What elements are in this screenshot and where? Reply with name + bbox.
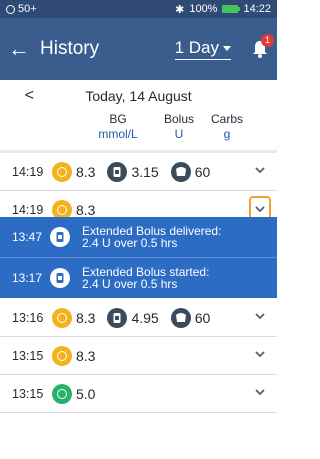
- bg-value: 8.3: [76, 201, 96, 218]
- clock: 14:22: [243, 3, 271, 15]
- bolus-value: 3.15: [131, 163, 159, 180]
- bolus-value: 4.95: [131, 309, 159, 326]
- bg-value: 8.3: [76, 347, 96, 364]
- bolus-icon: [50, 268, 70, 288]
- bolus-icon: [107, 307, 128, 328]
- row-time: 13:15: [12, 348, 44, 363]
- event-time: 13:47: [12, 230, 43, 244]
- column-label: Carbs: [210, 112, 243, 126]
- column-label: BG: [109, 112, 127, 126]
- column-header-bg: BG mmol/L: [88, 112, 148, 142]
- chevron-down-icon[interactable]: [253, 309, 267, 323]
- history-row[interactable]: 13:16 8.3 4.95 60: [0, 299, 277, 337]
- extended-bolus-event: 13:17 Extended Bolus started: 2.4 U over…: [0, 258, 277, 298]
- chevron-down-icon[interactable]: [253, 347, 267, 361]
- notification-badge: 1: [261, 34, 274, 47]
- app-header: ← History 1 Day 1: [0, 18, 277, 80]
- history-row[interactable]: 14:19 8.3 3.15 60: [0, 153, 277, 191]
- bolus-icon: [50, 227, 70, 247]
- carbs-value: 60: [194, 163, 211, 180]
- bg-reading-icon: [52, 383, 72, 404]
- extended-bolus-event: 13:47 Extended Bolus delivered: 2.4 U ov…: [0, 217, 277, 257]
- bluetooth-icon: ✱: [175, 3, 185, 16]
- carbs-icon: [170, 161, 191, 182]
- history-row[interactable]: 13:15 5.0: [0, 375, 277, 413]
- chevron-left-icon[interactable]: <: [0, 87, 44, 105]
- date-label: Today, 14 August: [85, 88, 192, 104]
- row-time: 13:16: [12, 310, 44, 325]
- history-row[interactable]: 13:15 8.3: [0, 337, 277, 375]
- carbs-icon: [170, 307, 191, 328]
- bg-reading-icon: [52, 345, 72, 366]
- chevron-down-icon[interactable]: [253, 385, 267, 399]
- sensor-icon: [6, 4, 15, 14]
- chevron-down-icon: [255, 206, 265, 213]
- battery-icon: [222, 5, 241, 13]
- event-line2: 2.4 U over 0.5 hrs: [82, 277, 178, 291]
- bolus-icon: [107, 161, 128, 182]
- row-time: 14:19: [12, 202, 44, 217]
- bg-value: 5.0: [76, 385, 96, 402]
- bg-value: 8.3: [76, 309, 96, 326]
- date-navigator: < Today, 14 August: [0, 80, 277, 112]
- column-unit: mmol/L: [98, 127, 138, 141]
- column-header-carbs: Carbs g: [197, 112, 257, 142]
- bg-value: 8.3: [76, 163, 96, 180]
- column-unit: g: [223, 127, 231, 141]
- status-left-text: 50+: [18, 3, 37, 15]
- notifications-button[interactable]: 1: [251, 34, 274, 59]
- bg-reading-icon: [52, 307, 72, 328]
- page-title: History: [40, 38, 100, 59]
- carbs-value: 60: [194, 309, 211, 326]
- range-value: 1 Day: [174, 38, 219, 57]
- back-arrow-icon[interactable]: ←: [8, 38, 30, 60]
- bg-reading-icon: [52, 161, 72, 182]
- event-line2: 2.4 U over 0.5 hrs: [82, 236, 178, 250]
- battery-percent: 100%: [189, 3, 218, 15]
- row-time: 14:19: [12, 164, 44, 179]
- range-dropdown[interactable]: 1 Day: [174, 38, 231, 60]
- status-bar: 50+ ✱ 100% 14:22: [0, 0, 277, 18]
- row-time: 13:15: [12, 386, 44, 401]
- chevron-down-icon: [223, 45, 231, 51]
- event-time: 13:17: [12, 271, 43, 285]
- chevron-down-icon[interactable]: [253, 163, 267, 177]
